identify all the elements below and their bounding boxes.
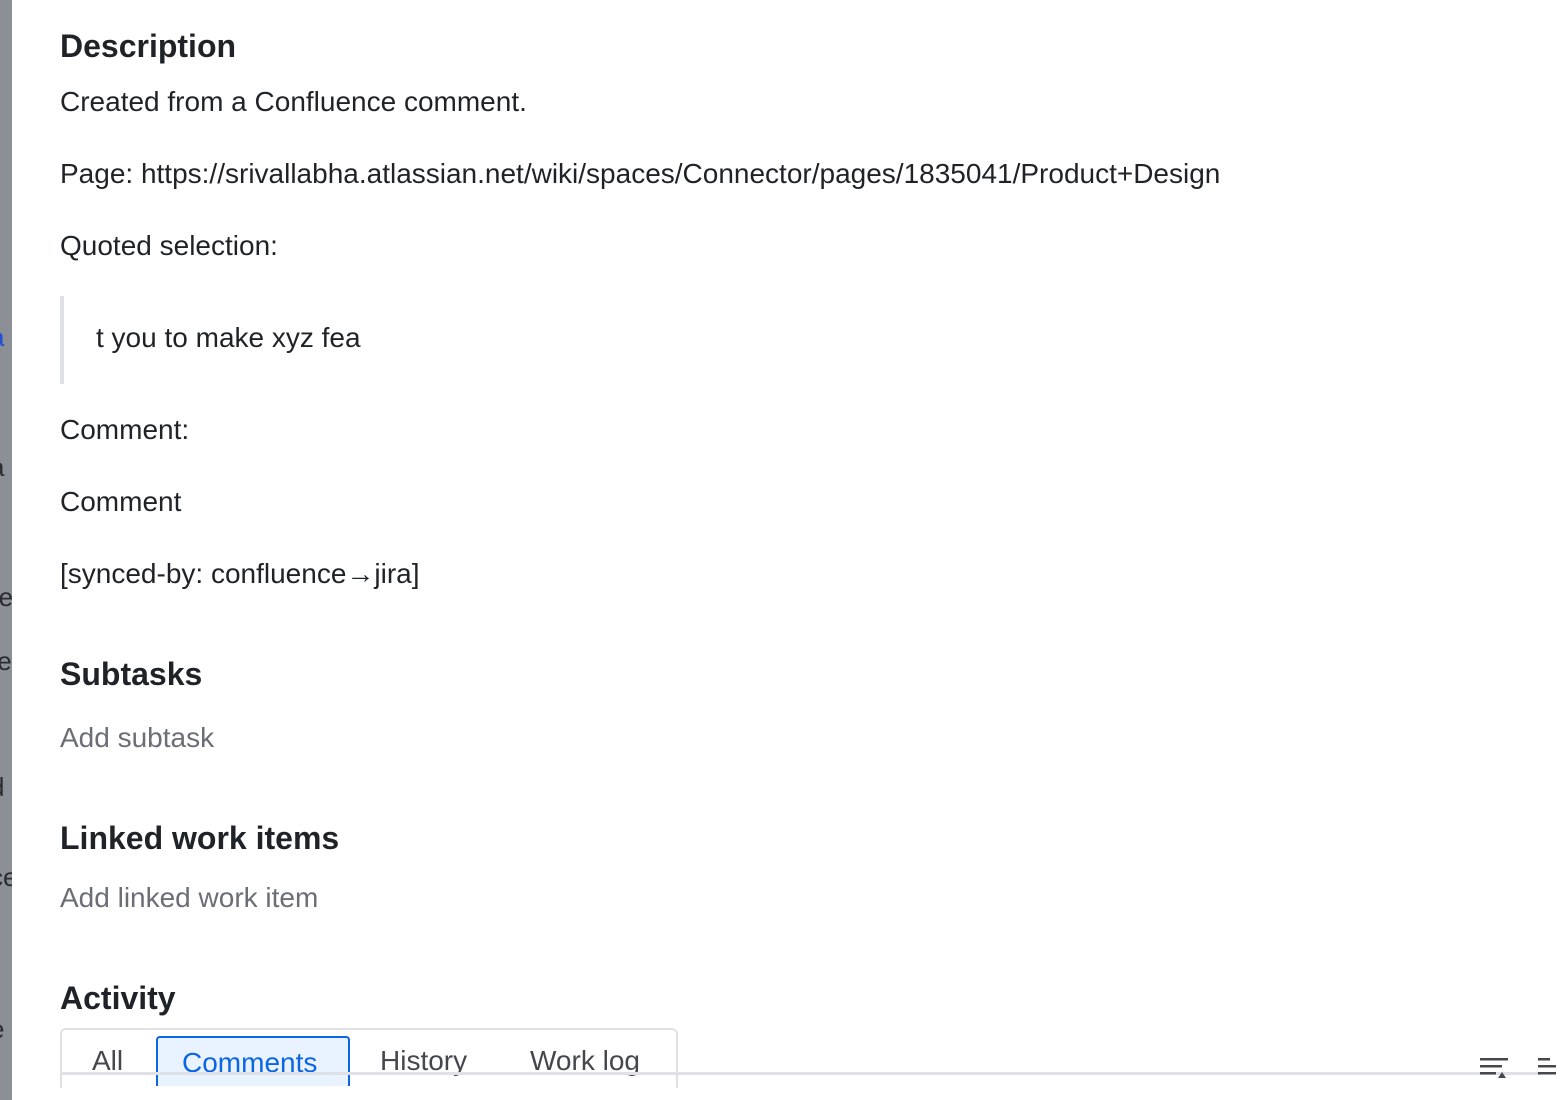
background-text-fragment: a: [0, 322, 4, 353]
activity-tabs: All Comments History Work log: [60, 1028, 678, 1088]
background-text-fragment: ce: [0, 862, 12, 892]
tab-work-log[interactable]: Work log: [506, 1036, 676, 1086]
synced-by-text[interactable]: [synced-by: confluence→jira]: [60, 558, 420, 590]
tab-comments[interactable]: Comments: [156, 1036, 350, 1086]
tab-history[interactable]: History: [356, 1036, 496, 1086]
sort-icon[interactable]: [1478, 1052, 1510, 1084]
comment-label[interactable]: Comment:: [60, 414, 189, 446]
background-text-fragment: re: [0, 582, 12, 612]
quoted-selection-text: t you to make xyz fea: [96, 322, 361, 353]
activity-heading: Activity: [60, 980, 176, 1016]
activity-divider: [60, 1072, 1540, 1075]
background-text-fragment: te: [0, 646, 12, 676]
tab-all[interactable]: All: [68, 1036, 152, 1086]
sort-order-icon[interactable]: [1536, 1052, 1556, 1084]
background-page: a [ a d re te d ce e: [0, 0, 12, 1100]
background-text-fragment: d: [0, 772, 4, 803]
quoted-selection-label[interactable]: Quoted selection:: [60, 230, 278, 262]
add-linked-work-item-button[interactable]: Add linked work item: [60, 882, 318, 914]
background-text-fragment: a: [0, 452, 4, 483]
description-intro[interactable]: Created from a Confluence comment.: [60, 86, 527, 118]
background-text-fragment: e: [0, 1014, 4, 1045]
background-text-fragment: d: [0, 518, 1, 541]
subtasks-heading: Subtasks: [60, 656, 203, 692]
linked-work-items-heading: Linked work items: [60, 820, 340, 856]
description-heading: Description: [60, 28, 237, 64]
issue-detail-panel: Description Created from a Confluence co…: [12, 0, 1560, 1100]
comment-text[interactable]: Comment: [60, 486, 181, 518]
add-subtask-button[interactable]: Add subtask: [60, 722, 214, 754]
quoted-selection-block[interactable]: t you to make xyz fea: [60, 296, 664, 384]
description-page-link[interactable]: Page: https://srivallabha.atlassian.net/…: [60, 158, 1220, 190]
